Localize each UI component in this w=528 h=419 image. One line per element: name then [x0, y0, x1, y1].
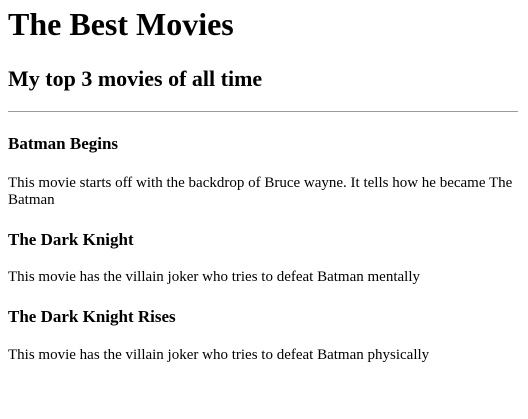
movie-title: The Dark Knight	[8, 230, 134, 249]
page-title: The Best Movies	[8, 6, 234, 42]
divider	[8, 111, 518, 112]
movie-title: The Dark Knight Rises	[8, 307, 176, 326]
movie-description: This movie has the villain joker who tri…	[8, 269, 420, 285]
page-subtitle: My top 3 movies of all time	[8, 66, 263, 91]
movie-title: Batman Begins	[8, 134, 119, 153]
movie-description: This movie has the villain joker who tri…	[8, 347, 430, 363]
movie-description: This movie starts off with the backdrop …	[8, 175, 513, 208]
